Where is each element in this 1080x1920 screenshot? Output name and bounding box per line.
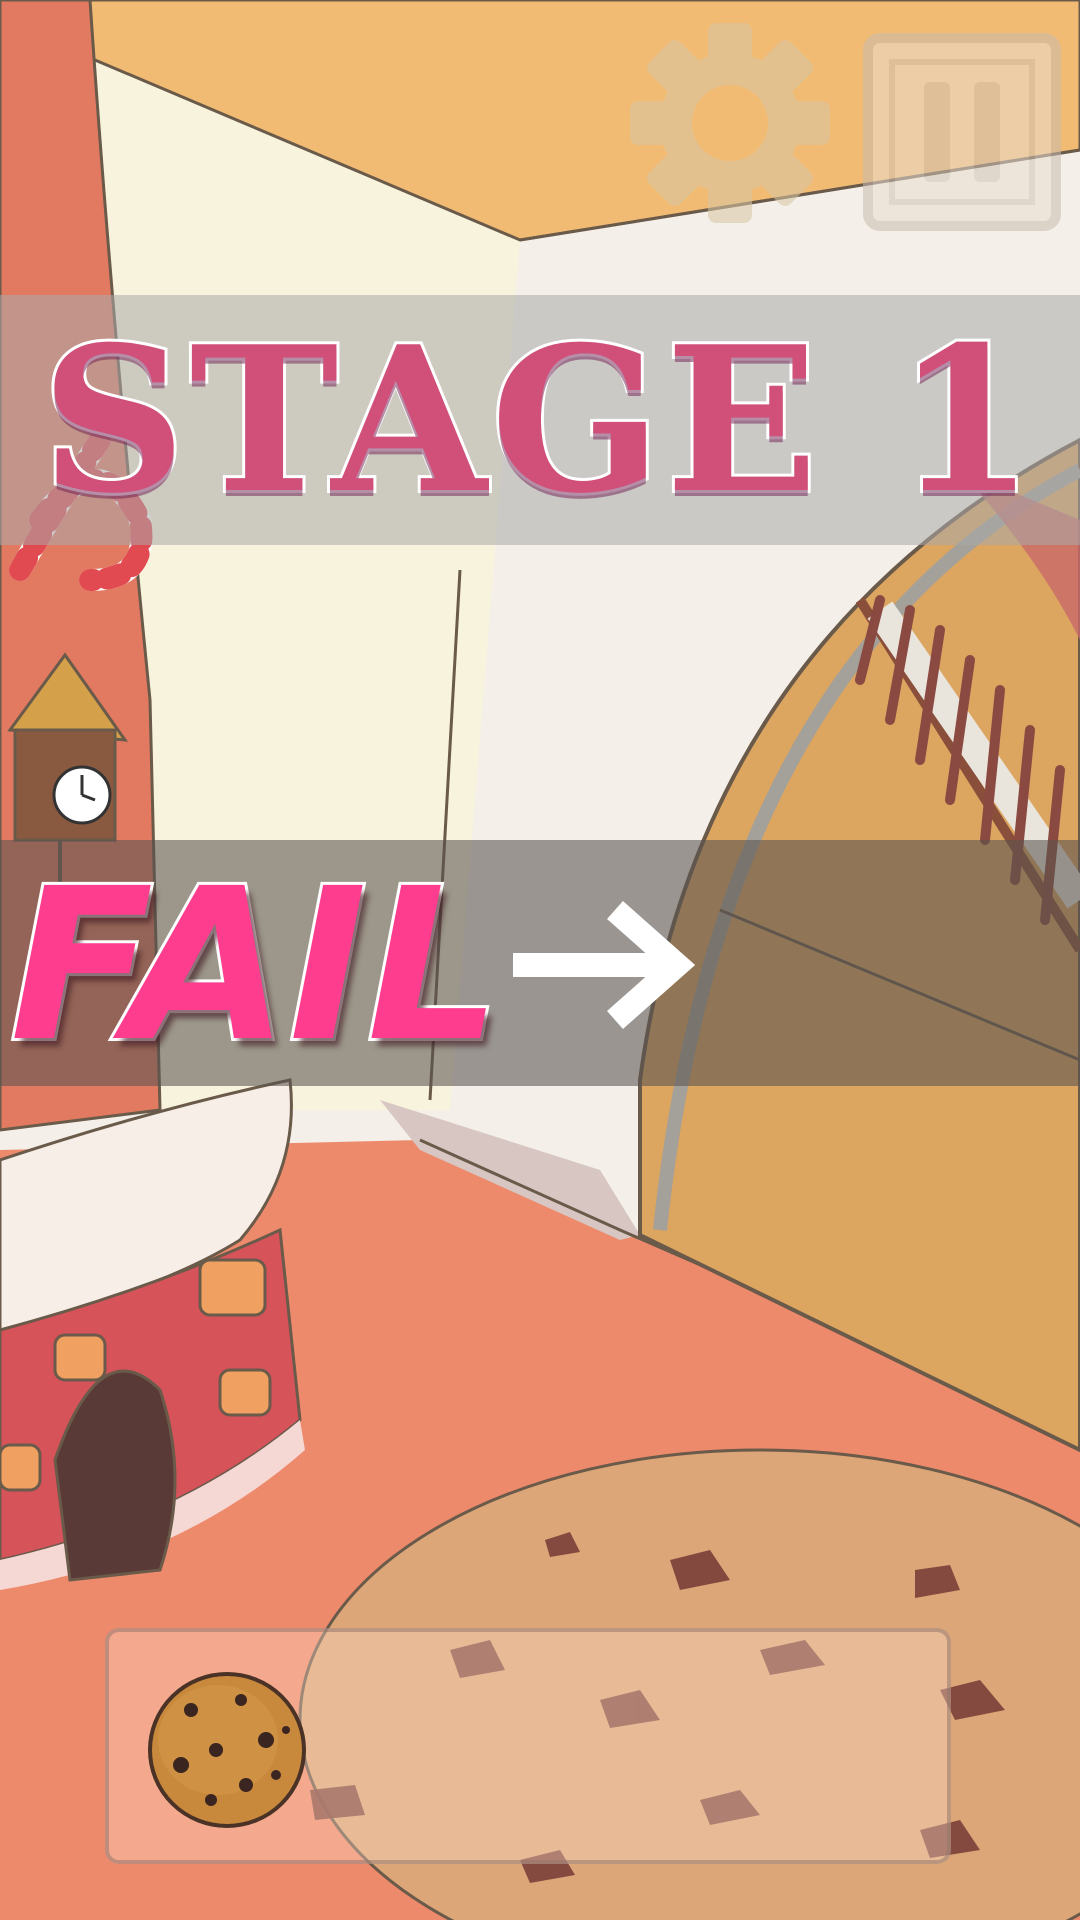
inventory-item-cookie[interactable] [146,1670,308,1830]
pause-button[interactable] [862,32,1062,232]
arrow-right-icon [513,901,695,1029]
fail-text: FAIL [7,840,504,1091]
cookie-icon [148,1672,306,1828]
settings-button[interactable] [630,18,830,228]
stage-title: STAGE 1 [38,300,1039,541]
gear-icon [630,23,830,223]
pause-icon [863,33,1061,231]
